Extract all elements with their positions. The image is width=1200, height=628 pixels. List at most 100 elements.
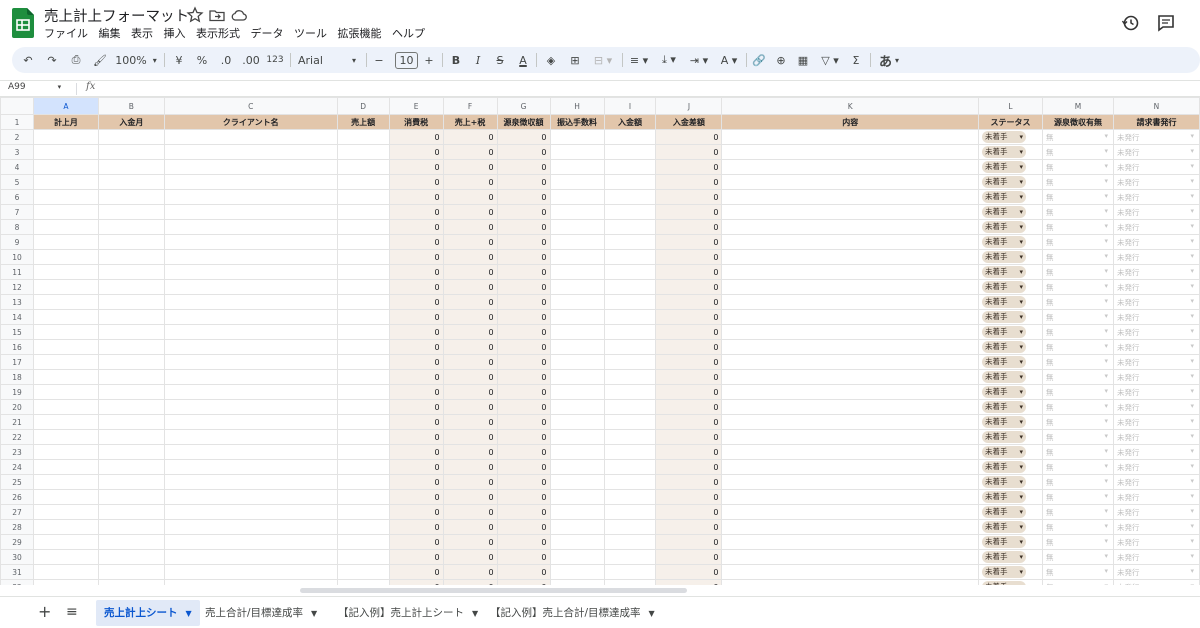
formula-cell[interactable]: 0: [442, 414, 498, 430]
data-cell[interactable]: [603, 279, 657, 295]
invoice-cell[interactable]: 未発行: [1112, 234, 1200, 250]
data-cell[interactable]: [721, 279, 980, 295]
data-cell[interactable]: [336, 309, 390, 325]
status-cell[interactable]: 未着手: [978, 294, 1043, 310]
status-cell[interactable]: 未着手: [978, 444, 1043, 460]
formula-cell[interactable]: 0: [388, 579, 444, 585]
data-cell[interactable]: [336, 189, 390, 205]
data-cell[interactable]: [163, 189, 338, 205]
data-cell[interactable]: [32, 519, 99, 535]
data-cell[interactable]: [549, 474, 605, 490]
status-cell[interactable]: 未着手: [978, 309, 1043, 325]
invoice-cell[interactable]: 未発行: [1112, 399, 1200, 415]
formula-cell[interactable]: 0: [655, 549, 723, 565]
formula-cell[interactable]: 0: [496, 234, 551, 250]
column-header[interactable]: C: [163, 97, 338, 115]
data-cell[interactable]: [603, 504, 657, 520]
formula-cell[interactable]: 0: [496, 354, 551, 370]
invoice-cell[interactable]: 未発行: [1112, 369, 1200, 385]
formula-cell[interactable]: 0: [655, 399, 723, 415]
data-cell[interactable]: [336, 354, 390, 370]
data-cell[interactable]: [163, 324, 338, 340]
invoice-dropdown[interactable]: 未発行: [1117, 327, 1196, 338]
invoice-cell[interactable]: 未発行: [1112, 189, 1200, 205]
font-size-increase-icon[interactable]: +: [422, 47, 436, 73]
data-cell[interactable]: [32, 234, 99, 250]
all-sheets-icon[interactable]: ≡: [58, 600, 86, 626]
name-box[interactable]: A99 ▾: [8, 82, 61, 92]
text-rotation-icon[interactable]: A ▾: [716, 47, 742, 73]
data-cell[interactable]: [32, 444, 99, 460]
data-cell[interactable]: [32, 264, 99, 280]
formula-cell[interactable]: 0: [442, 354, 498, 370]
move-folder-icon[interactable]: [208, 6, 226, 24]
data-cell[interactable]: [97, 249, 165, 265]
font-size-input[interactable]: 10: [395, 47, 418, 73]
data-cell[interactable]: [163, 129, 338, 145]
column-header[interactable]: J: [655, 97, 723, 115]
data-cell[interactable]: [32, 339, 99, 355]
status-cell[interactable]: 未着手: [978, 234, 1043, 250]
data-cell[interactable]: [721, 204, 980, 220]
formula-cell[interactable]: 0: [442, 129, 498, 145]
redo-icon[interactable]: ↷: [42, 47, 62, 73]
withholding-cell[interactable]: 無: [1041, 474, 1114, 490]
data-cell[interactable]: [549, 489, 605, 505]
data-cell[interactable]: [97, 354, 165, 370]
currency-button[interactable]: ¥: [170, 47, 188, 73]
data-cell[interactable]: [549, 294, 605, 310]
invoice-cell[interactable]: 未発行: [1112, 354, 1200, 370]
data-cell[interactable]: [163, 144, 338, 160]
status-cell[interactable]: 未着手: [978, 354, 1043, 370]
functions-icon[interactable]: Σ: [847, 47, 865, 73]
header-cell[interactable]: 振込手数料: [549, 114, 605, 130]
data-cell[interactable]: [721, 579, 980, 585]
data-cell[interactable]: [163, 339, 338, 355]
status-cell[interactable]: 未着手: [978, 339, 1043, 355]
formula-cell[interactable]: 0: [388, 474, 444, 490]
invoice-cell[interactable]: 未発行: [1112, 264, 1200, 280]
formula-cell[interactable]: 0: [442, 459, 498, 475]
invoice-dropdown[interactable]: 未発行: [1117, 162, 1196, 173]
data-cell[interactable]: [721, 414, 980, 430]
invoice-cell[interactable]: 未発行: [1112, 204, 1200, 220]
header-cell[interactable]: 内容: [721, 114, 980, 130]
data-cell[interactable]: [97, 159, 165, 175]
invoice-dropdown[interactable]: 未発行: [1117, 402, 1196, 413]
formula-cell[interactable]: 0: [442, 489, 498, 505]
withholding-cell[interactable]: 無: [1041, 444, 1114, 460]
withholding-cell[interactable]: 無: [1041, 159, 1114, 175]
invoice-dropdown[interactable]: 未発行: [1117, 447, 1196, 458]
withholding-dropdown[interactable]: 無: [1046, 177, 1110, 188]
data-cell[interactable]: [549, 519, 605, 535]
data-cell[interactable]: [163, 249, 338, 265]
data-cell[interactable]: [32, 459, 99, 475]
data-cell[interactable]: [97, 309, 165, 325]
column-header[interactable]: I: [603, 97, 657, 115]
data-cell[interactable]: [603, 309, 657, 325]
invoice-dropdown[interactable]: 未発行: [1117, 582, 1196, 586]
formula-cell[interactable]: 0: [442, 549, 498, 565]
tab-sales-sheet[interactable]: 売上計上シート ▼: [96, 600, 200, 626]
data-cell[interactable]: [97, 519, 165, 535]
version-history-icon[interactable]: [1120, 12, 1142, 34]
withholding-dropdown[interactable]: 無: [1046, 492, 1110, 503]
data-cell[interactable]: [721, 369, 980, 385]
formula-cell[interactable]: 0: [442, 189, 498, 205]
status-chip[interactable]: 未着手: [982, 281, 1027, 293]
data-cell[interactable]: [549, 174, 605, 190]
formula-cell[interactable]: 0: [442, 174, 498, 190]
data-cell[interactable]: [97, 564, 165, 580]
data-cell[interactable]: [549, 369, 605, 385]
status-chip[interactable]: 未着手: [982, 521, 1027, 533]
row-header[interactable]: 17: [0, 354, 34, 370]
status-cell[interactable]: 未着手: [978, 249, 1043, 265]
invoice-cell[interactable]: 未発行: [1112, 384, 1200, 400]
formula-cell[interactable]: 0: [442, 339, 498, 355]
formula-cell[interactable]: 0: [388, 159, 444, 175]
data-cell[interactable]: [163, 564, 338, 580]
data-cell[interactable]: [603, 414, 657, 430]
insert-comment-icon[interactable]: ⊕: [772, 47, 790, 73]
data-cell[interactable]: [32, 189, 99, 205]
formula-cell[interactable]: 0: [496, 144, 551, 160]
